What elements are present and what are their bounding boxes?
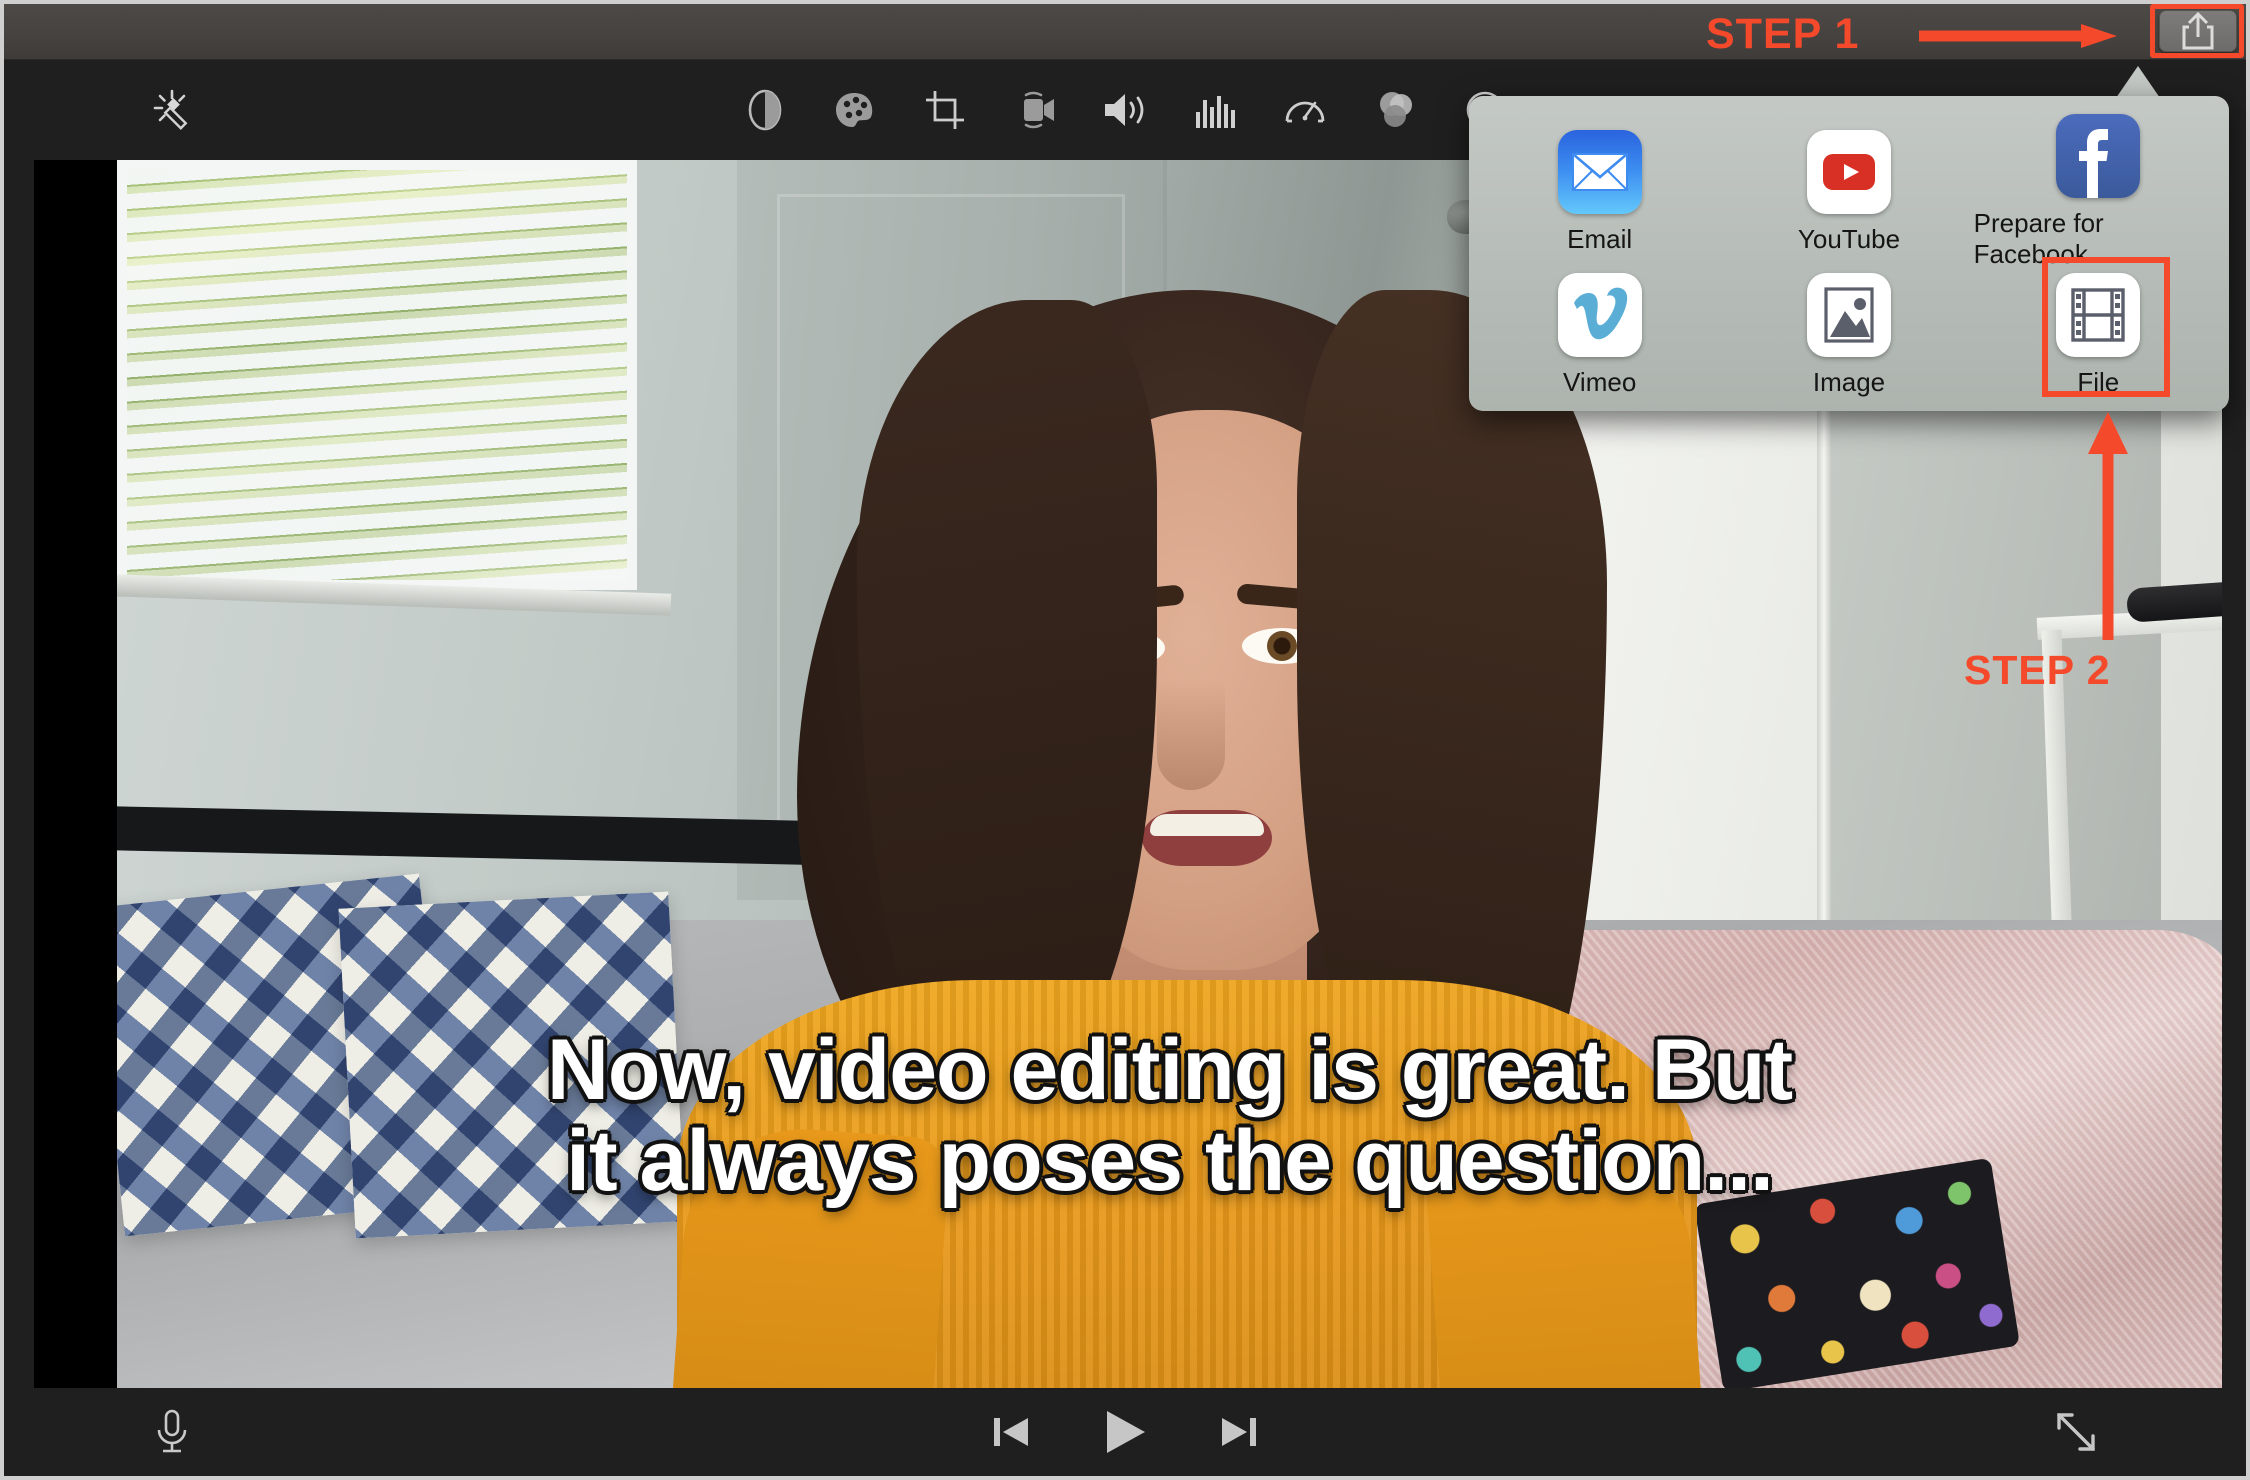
scene-window-blinds <box>127 170 627 580</box>
share-option-label: Prepare for Facebook <box>1973 208 2104 269</box>
share-option-image[interactable]: Image <box>1724 270 1973 401</box>
person-teeth <box>1150 814 1264 836</box>
person-nose <box>1157 680 1225 790</box>
volume-icon[interactable] <box>1099 84 1151 136</box>
share-icon <box>2182 12 2214 50</box>
person-iris-right <box>1267 631 1297 661</box>
fullscreen-button[interactable] <box>2048 1404 2104 1460</box>
step1-annotation-label: STEP 1 <box>1706 10 1860 58</box>
speed-icon[interactable] <box>1279 84 1331 136</box>
share-option-vimeo[interactable]: Vimeo <box>1475 270 1724 401</box>
youtube-icon <box>1806 129 1891 214</box>
scene-window <box>117 160 637 590</box>
window-titlebar: STEP 1 <box>4 4 2246 60</box>
toolbar-tool-group <box>739 60 1511 160</box>
share-option-facebook[interactable]: Prepare for Facebook <box>1974 114 2223 270</box>
scene-person <box>663 290 1711 1392</box>
playback-controls <box>983 1404 1267 1460</box>
color-balance-icon[interactable] <box>739 84 791 136</box>
film-strip-icon <box>2056 273 2141 357</box>
scene-pillow-pattern-2 <box>338 891 686 1239</box>
share-option-label: Image <box>1812 367 1886 397</box>
step2-arrow-icon <box>2088 412 2128 640</box>
share-popup-tail <box>2116 66 2160 98</box>
image-icon <box>1806 273 1891 357</box>
imovie-window: STEP 1 Now, video editing is great. But … <box>0 0 2250 1480</box>
transport-bar <box>4 1388 2246 1476</box>
stabilization-icon[interactable] <box>1009 84 1061 136</box>
share-option-label: File <box>2077 367 2120 397</box>
skip-forward-icon <box>1222 1418 1256 1446</box>
share-option-label: YouTube <box>1797 223 1901 254</box>
step1-arrow-icon <box>1919 24 2117 48</box>
crop-icon[interactable] <box>919 84 971 136</box>
equalizer-icon[interactable] <box>1189 84 1241 136</box>
vimeo-icon <box>1557 273 1642 357</box>
skip-to-end-button[interactable] <box>1211 1404 1267 1460</box>
enhance-wand-icon[interactable] <box>147 85 197 135</box>
share-button[interactable] <box>2159 10 2237 52</box>
expand-arrows-icon <box>2057 1413 2095 1451</box>
filters-icon[interactable] <box>1369 84 1421 136</box>
share-popup: Email YouTube Prepare for Facebook Vimeo… <box>1469 96 2229 411</box>
share-option-label: Email <box>1567 223 1633 254</box>
record-voiceover-button[interactable] <box>144 1404 200 1460</box>
share-option-file[interactable]: File <box>1974 270 2223 401</box>
share-option-label: Vimeo <box>1563 367 1637 397</box>
skip-back-icon <box>994 1418 1028 1446</box>
scene-pillow-right <box>338 891 686 1239</box>
step2-annotation-label: STEP 2 <box>1964 647 2111 693</box>
skip-to-start-button[interactable] <box>983 1404 1039 1460</box>
play-icon <box>1107 1411 1145 1453</box>
person-mouth <box>1142 810 1272 866</box>
share-option-email[interactable]: Email <box>1475 114 1724 270</box>
facebook-icon <box>2056 114 2141 198</box>
play-button[interactable] <box>1097 1404 1153 1460</box>
mail-icon <box>1557 129 1642 214</box>
share-option-youtube[interactable]: YouTube <box>1724 114 1973 270</box>
color-correction-icon[interactable] <box>829 84 881 136</box>
microphone-icon <box>157 1409 187 1453</box>
share-options-grid: Email YouTube Prepare for Facebook Vimeo… <box>1469 96 2229 411</box>
